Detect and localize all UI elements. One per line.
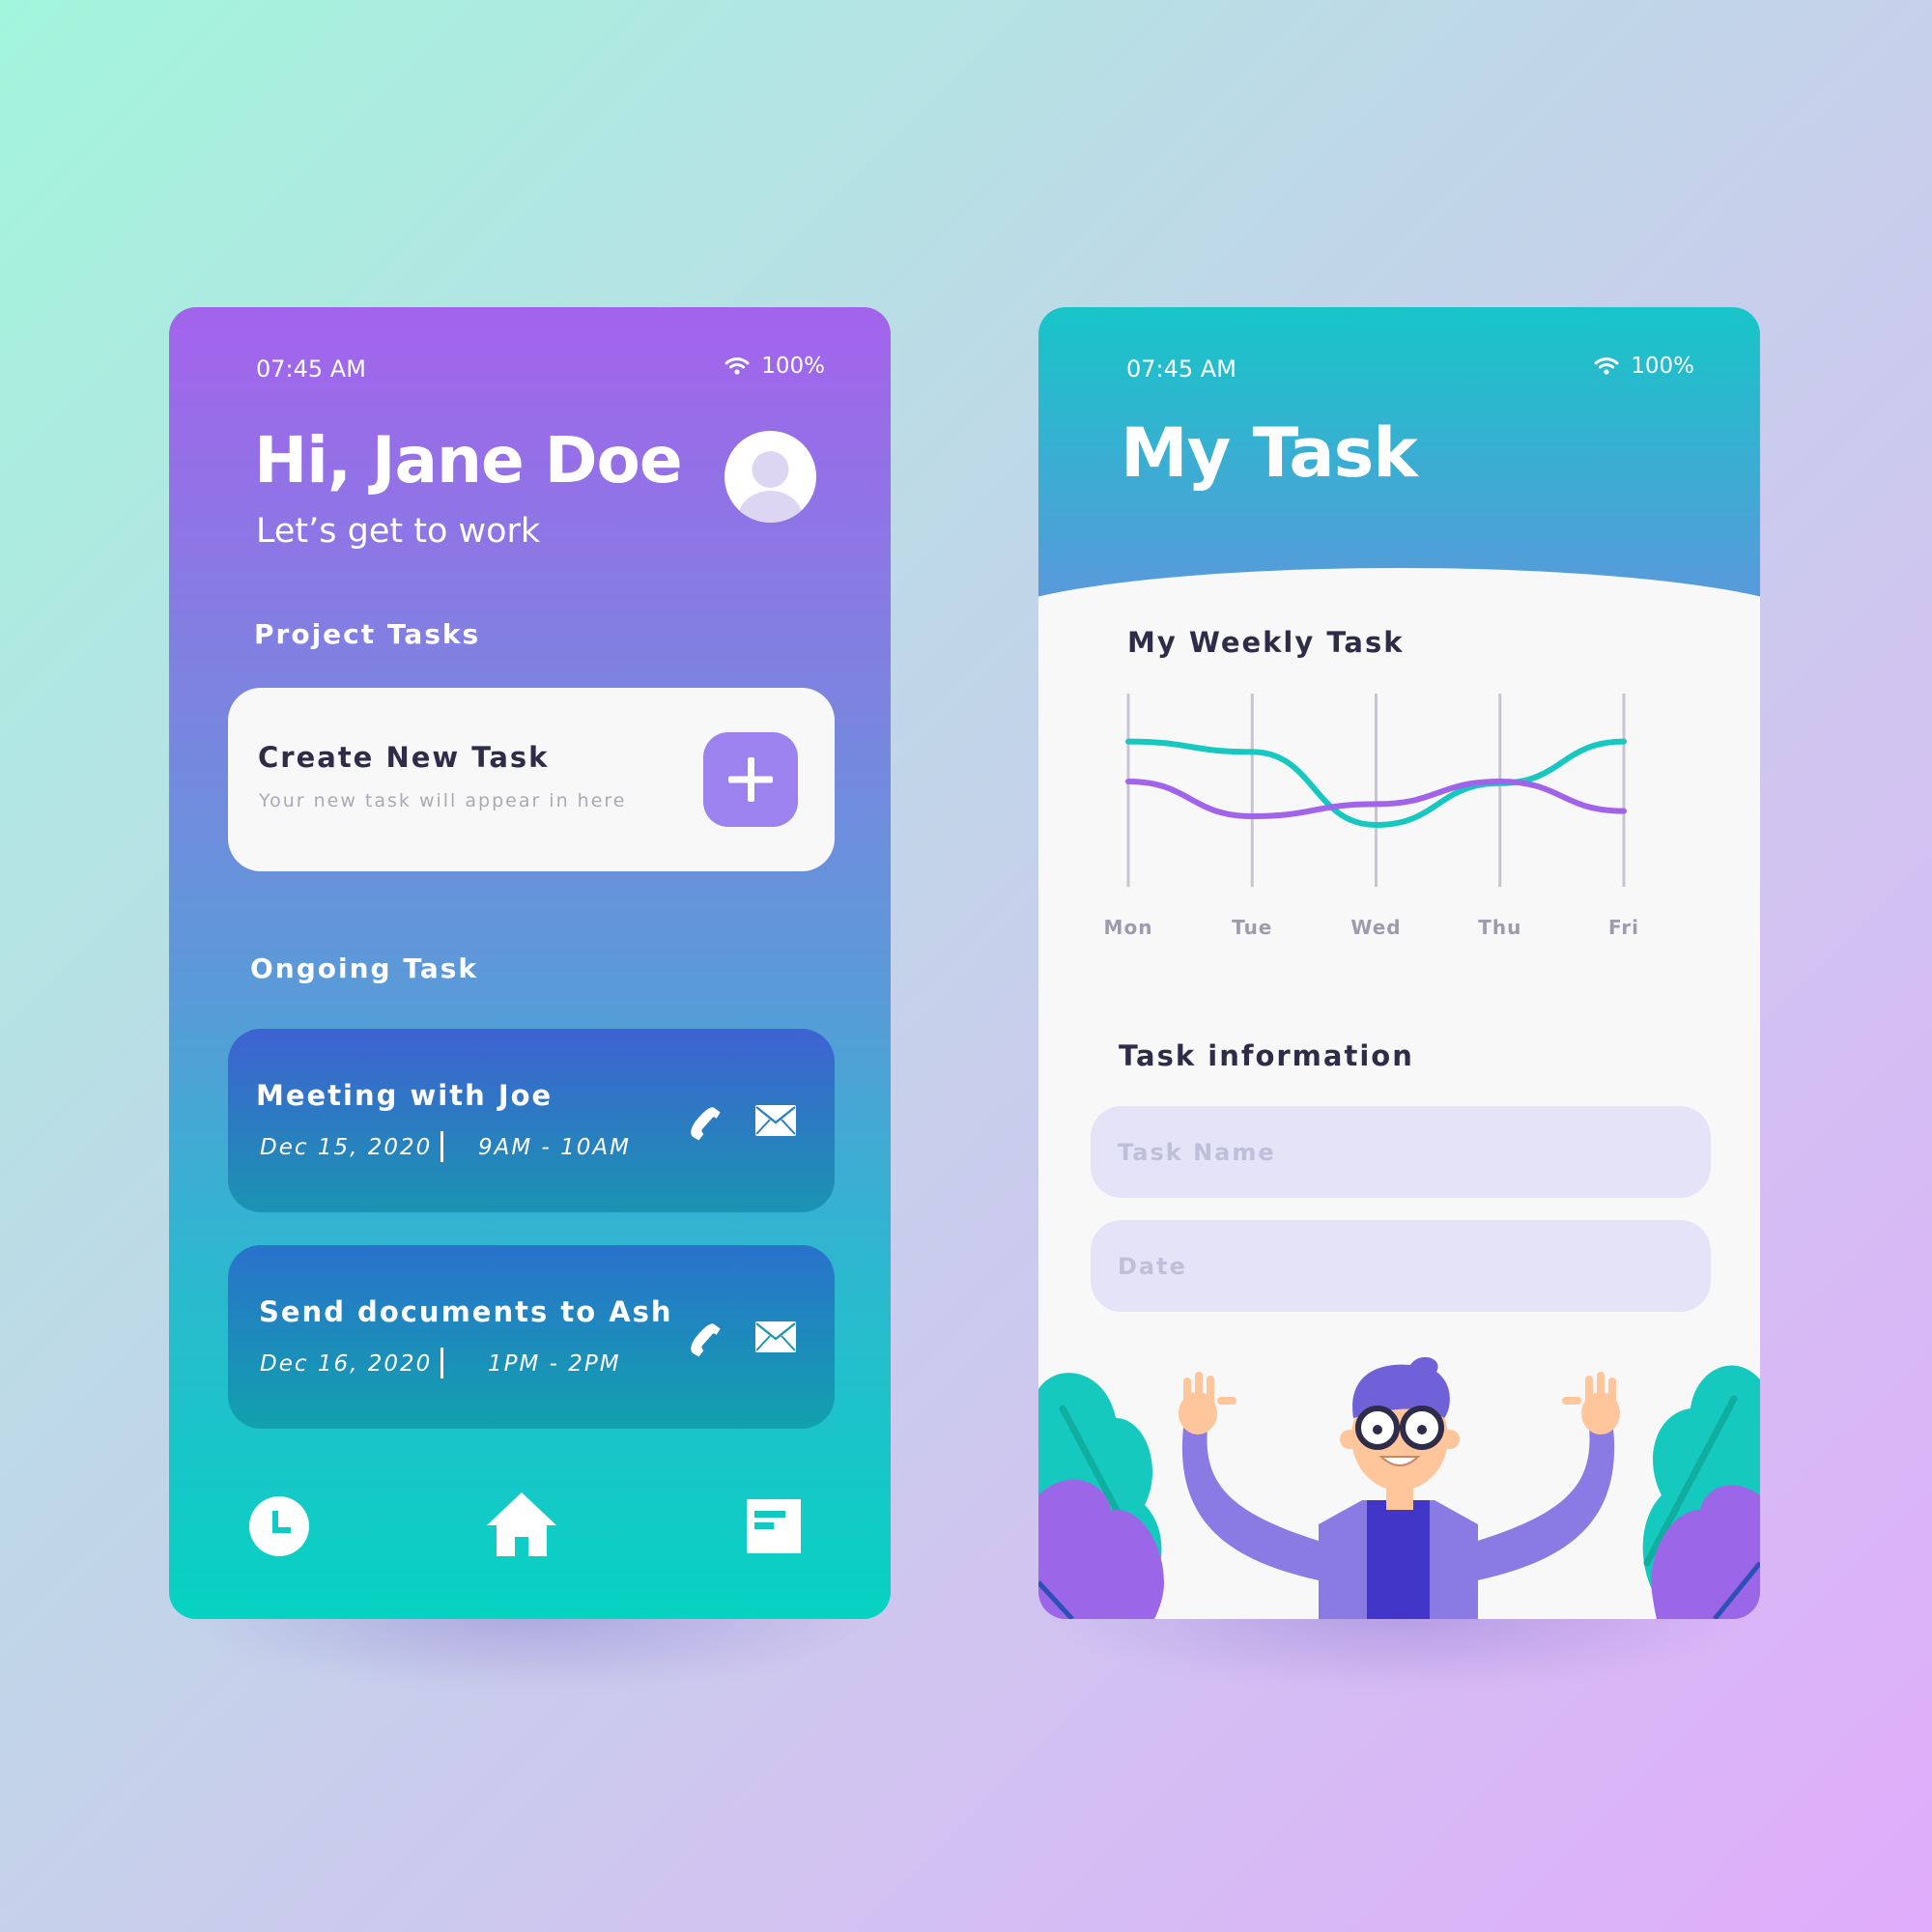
- my-task-screen: 07:45 AM 100% My Task My Weekly Task Mon…: [1038, 307, 1760, 1619]
- plus-icon: [728, 757, 773, 802]
- task-card[interactable]: Send documents to Ash Dec 16, 2020 1PM -…: [228, 1245, 835, 1429]
- greeting-subtitle: Let’s get to work: [256, 512, 541, 551]
- phone-icon[interactable]: [682, 1318, 724, 1360]
- page-title: My Task: [1121, 413, 1418, 493]
- phone-icon[interactable]: [682, 1101, 724, 1144]
- weekly-task-chart: [1125, 694, 1627, 887]
- status-bar-right: 100%: [1594, 354, 1694, 379]
- task-date: Dec 15, 2020: [260, 1135, 433, 1160]
- weekly-task-heading: My Weekly Task: [1127, 626, 1405, 659]
- task-card[interactable]: Meeting with Joe Dec 15, 2020 9AM - 10AM: [228, 1029, 835, 1212]
- task-name-field[interactable]: Task Name: [1091, 1106, 1711, 1198]
- mail-icon[interactable]: [754, 1321, 797, 1353]
- home-icon[interactable]: [486, 1491, 557, 1558]
- battery-level: 100%: [761, 354, 825, 379]
- add-task-button[interactable]: [703, 732, 798, 827]
- battery-level: 100%: [1631, 354, 1694, 379]
- status-bar-right: 100%: [724, 354, 825, 379]
- task-time: 1PM - 2PM: [488, 1351, 621, 1377]
- clock-icon[interactable]: [248, 1495, 310, 1557]
- project-tasks-heading: Project Tasks: [254, 618, 481, 650]
- status-time: 07:45 AM: [256, 355, 366, 383]
- user-icon: [737, 451, 804, 523]
- task-date: Dec 16, 2020: [260, 1351, 433, 1377]
- chart-tick-label: Fri: [1607, 916, 1640, 939]
- chart-tick-label: Mon: [1103, 916, 1153, 939]
- ongoing-task-heading: Ongoing Task: [250, 952, 479, 984]
- mail-icon[interactable]: [754, 1104, 797, 1137]
- task-title: Meeting with Joe: [256, 1079, 554, 1112]
- wifi-icon: [724, 357, 750, 375]
- greeting-title: Hi, Jane Doe: [254, 423, 683, 497]
- wifi-icon: [1594, 357, 1619, 375]
- task-divider: [440, 1348, 443, 1378]
- create-task-card[interactable]: Create New Task Your new task will appea…: [228, 688, 835, 871]
- task-name-placeholder: Task Name: [1118, 1139, 1276, 1166]
- chart-tick-label: Wed: [1350, 916, 1402, 939]
- task-divider: [440, 1131, 443, 1162]
- task-time: 9AM - 10AM: [478, 1135, 631, 1160]
- status-time: 07:45 AM: [1126, 355, 1236, 383]
- notes-icon[interactable]: [747, 1499, 801, 1553]
- home-screen: 07:45 AM 100% Hi, Jane Doe Let’s get to …: [169, 307, 891, 1619]
- chart-tick-label: Thu: [1478, 916, 1522, 939]
- character-illustration: [1038, 1356, 1760, 1619]
- task-title: Send documents to Ash: [259, 1295, 673, 1328]
- task-information-heading: Task information: [1119, 1039, 1414, 1072]
- chart-tick-label: Tue: [1232, 916, 1273, 939]
- avatar[interactable]: [724, 431, 816, 523]
- create-task-title: Create New Task: [258, 741, 550, 774]
- create-task-subtitle: Your new task will appear in here: [259, 790, 627, 811]
